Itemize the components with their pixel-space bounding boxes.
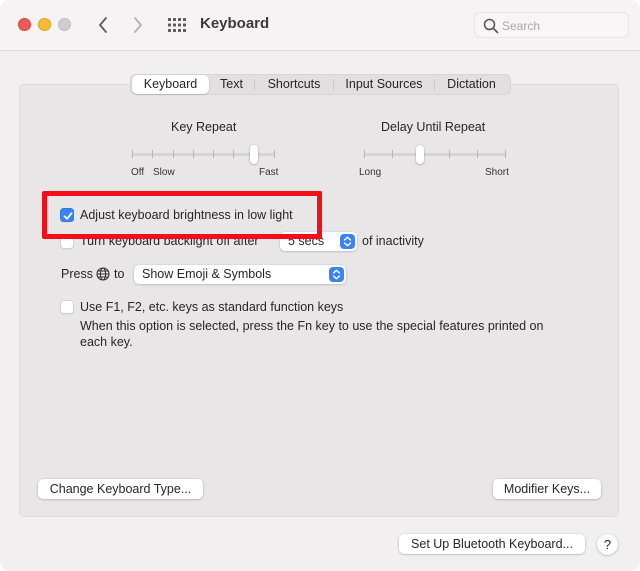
magnifying-glass-icon <box>483 18 499 34</box>
set-up-bluetooth-keyboard-button[interactable]: Set Up Bluetooth Keyboard... <box>399 534 585 554</box>
slider-tick <box>152 150 153 158</box>
title-bar: Keyboard <box>0 0 640 51</box>
tab-keyboard[interactable]: Keyboard <box>132 75 209 94</box>
slider-tick <box>505 150 506 158</box>
slider-tick <box>477 150 478 158</box>
up-down-chevron-icon <box>332 269 341 280</box>
chevron-right-icon <box>134 17 142 33</box>
globe-key-action-popup[interactable]: Show Emoji & Symbols <box>134 265 346 284</box>
slider-tick <box>392 150 393 158</box>
tab-bar: Keyboard Text Shortcuts Input Sources Di… <box>130 74 511 95</box>
delay-until-repeat-label: Delay Until Repeat <box>381 120 486 134</box>
delay-short-label: Short <box>485 167 509 178</box>
key-repeat-off-label: Off <box>131 167 145 178</box>
close-window-button[interactable] <box>18 18 31 31</box>
zoom-window-button[interactable] <box>58 18 71 31</box>
search-input[interactable] <box>502 17 622 35</box>
tab-text[interactable]: Text <box>209 75 254 94</box>
slider-tick <box>364 150 365 158</box>
tab-dictation[interactable]: Dictation <box>435 75 508 94</box>
key-repeat-slow-label: Slow <box>153 167 175 178</box>
window-title: Keyboard <box>200 15 270 32</box>
tab-shortcuts[interactable]: Shortcuts <box>255 75 333 94</box>
forward-button[interactable] <box>128 13 148 37</box>
slider-tick <box>173 150 174 158</box>
search-field[interactable] <box>474 12 629 38</box>
chevron-left-icon <box>99 17 107 33</box>
grid-icon <box>168 18 186 32</box>
key-repeat-slider[interactable] <box>132 145 275 164</box>
slider-knob[interactable] <box>416 145 424 164</box>
globe-key-action-value: Show Emoji & Symbols <box>142 267 272 281</box>
change-keyboard-type-button[interactable]: Change Keyboard Type... <box>38 479 203 499</box>
slider-knob[interactable] <box>250 145 258 164</box>
globe-icon <box>96 267 110 281</box>
slider-tick <box>274 150 275 158</box>
popup-stepper <box>340 234 355 249</box>
annotation-highlight-box <box>42 191 322 239</box>
back-button[interactable] <box>93 13 113 37</box>
keyboard-preferences-window: Keyboard Keyboard Text Shortcuts Input S… <box>0 0 640 571</box>
up-down-chevron-icon <box>343 236 352 247</box>
key-repeat-label: Key Repeat <box>171 120 237 134</box>
slider-tick <box>449 150 450 158</box>
inactivity-label: of inactivity <box>362 234 424 248</box>
tab-input-sources[interactable]: Input Sources <box>334 75 434 94</box>
key-repeat-fast-label: Fast <box>259 167 279 178</box>
minimize-window-button[interactable] <box>38 18 51 31</box>
slider-tick <box>213 150 214 158</box>
help-button[interactable]: ? <box>597 534 618 555</box>
popup-stepper <box>329 267 344 282</box>
delay-until-repeat-slider[interactable] <box>364 145 506 164</box>
function-keys-label: Use F1, F2, etc. keys as standard functi… <box>80 300 344 314</box>
to-label: to <box>114 267 125 281</box>
function-keys-description-line1: When this option is selected, press the … <box>80 319 544 333</box>
press-label: Press <box>61 267 93 281</box>
slider-tick <box>132 150 133 158</box>
modifier-keys-button[interactable]: Modifier Keys... <box>493 479 601 499</box>
slider-tick <box>193 150 194 158</box>
function-keys-checkbox[interactable] <box>60 300 74 314</box>
function-keys-description-line2: each key. <box>80 335 133 349</box>
show-all-button[interactable] <box>168 17 186 33</box>
slider-tick <box>233 150 234 158</box>
delay-long-label: Long <box>359 167 382 178</box>
